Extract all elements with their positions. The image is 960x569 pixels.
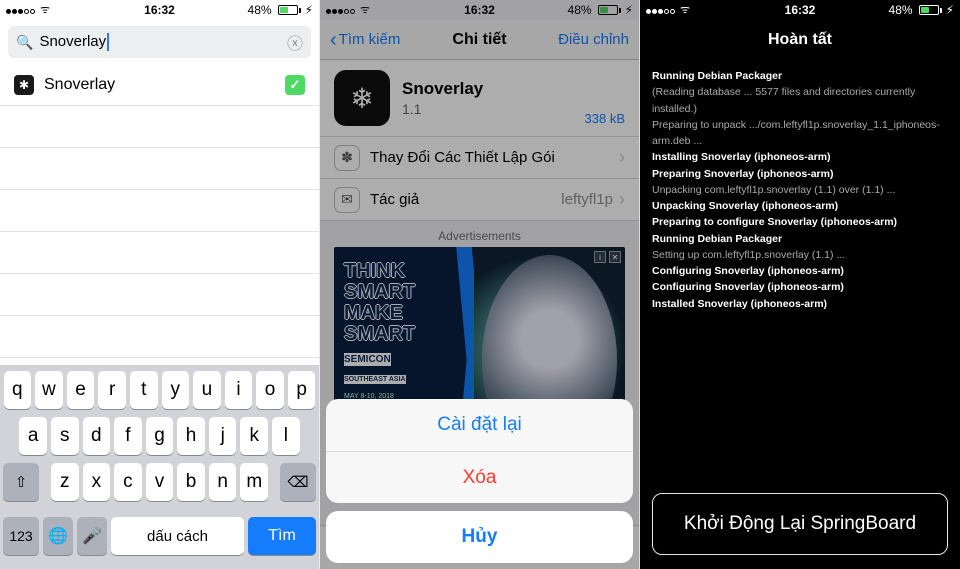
- search-text: Snoverlay: [39, 33, 281, 51]
- mic-key[interactable]: 🎤: [77, 517, 107, 555]
- log-line: Configuring Snoverlay (iphoneos-arm): [652, 263, 948, 279]
- keyboard-search-key[interactable]: Tìm: [248, 517, 316, 555]
- log-line: Unpacking Snoverlay (iphoneos-arm): [652, 198, 948, 214]
- key-r[interactable]: r: [98, 371, 126, 409]
- key-c[interactable]: c: [114, 463, 142, 501]
- remove-button[interactable]: Xóa: [326, 451, 633, 503]
- key-a[interactable]: a: [19, 417, 47, 455]
- package-icon: ✱: [14, 75, 34, 95]
- log-line: Setting up com.leftyfl1p.snoverlay (1.1)…: [652, 247, 948, 263]
- kb-row-3-letters: zxcvbnm: [43, 463, 276, 501]
- status-bar: ᯤ 16:32 48% ⚡︎: [0, 0, 319, 20]
- key-j[interactable]: j: [209, 417, 237, 455]
- key-k[interactable]: k: [240, 417, 268, 455]
- kb-row-1: qwertyuiop: [3, 371, 316, 409]
- log-line: Installing Snoverlay (iphoneos-arm): [652, 149, 948, 165]
- key-t[interactable]: t: [130, 371, 158, 409]
- log-line: Installed Snoverlay (iphoneos-arm): [652, 296, 948, 312]
- battery-icon: [276, 5, 301, 15]
- battery-icon: [917, 5, 942, 15]
- empty-rows: [0, 106, 319, 404]
- key-q[interactable]: q: [4, 371, 32, 409]
- key-n[interactable]: n: [209, 463, 237, 501]
- key-z[interactable]: z: [51, 463, 79, 501]
- log-line: Unpacking com.leftyfl1p.snoverlay (1.1) …: [652, 182, 948, 198]
- page-title: Hoàn tất: [640, 20, 960, 60]
- respring-button[interactable]: Khởi Động Lại SpringBoard: [652, 493, 948, 555]
- log-line: Preparing to configure Snoverlay (iphone…: [652, 214, 948, 230]
- key-w[interactable]: w: [35, 371, 63, 409]
- signal-dots-icon: [646, 0, 676, 20]
- search-result-row[interactable]: ✱ Snoverlay ✓: [0, 64, 319, 106]
- kb-row-2: asdfghjkl: [3, 417, 316, 455]
- globe-key[interactable]: 🌐: [43, 517, 73, 555]
- log-line: Running Debian Packager: [652, 68, 948, 84]
- log-line: (Reading database ... 5577 files and dir…: [652, 84, 948, 117]
- key-s[interactable]: s: [51, 417, 79, 455]
- clear-icon[interactable]: ⓧ: [287, 30, 303, 54]
- log-line: Running Debian Packager: [652, 231, 948, 247]
- key-b[interactable]: b: [177, 463, 205, 501]
- key-f[interactable]: f: [114, 417, 142, 455]
- key-y[interactable]: y: [162, 371, 190, 409]
- key-v[interactable]: v: [146, 463, 174, 501]
- text-caret: [107, 33, 109, 51]
- wifi-icon: ᯤ: [680, 0, 690, 20]
- space-key[interactable]: dấu cách: [111, 517, 244, 555]
- cancel-button[interactable]: Hủy: [326, 511, 633, 563]
- reinstall-button[interactable]: Cài đặt lại: [326, 399, 633, 451]
- key-g[interactable]: g: [146, 417, 174, 455]
- shift-key[interactable]: ⇧: [3, 463, 39, 501]
- key-h[interactable]: h: [177, 417, 205, 455]
- key-m[interactable]: m: [240, 463, 268, 501]
- search-icon: 🔍: [16, 34, 33, 51]
- charging-icon: ⚡︎: [946, 0, 954, 20]
- kb-row-3: ⇧ zxcvbnm ⌫: [3, 463, 316, 509]
- charging-icon: ⚡︎: [305, 0, 313, 20]
- wifi-icon: ᯤ: [40, 0, 50, 20]
- key-l[interactable]: l: [272, 417, 300, 455]
- battery-pct: 48%: [248, 0, 272, 20]
- status-bar: ᯤ 16:32 48% ⚡︎: [640, 0, 960, 20]
- signal-dots-icon: [6, 0, 36, 20]
- battery-pct: 48%: [889, 0, 913, 20]
- search-input[interactable]: 🔍 Snoverlay ⓧ: [8, 26, 311, 58]
- action-sheet: Cài đặt lại Xóa Hủy: [326, 399, 633, 563]
- numbers-key[interactable]: 123: [3, 517, 39, 555]
- installed-check-icon: ✓: [285, 75, 305, 95]
- log-line: Preparing to unpack .../com.leftyfl1p.sn…: [652, 117, 948, 150]
- keyboard: qwertyuiop asdfghjkl ⇧ zxcvbnm ⌫ 123 🌐 🎤…: [0, 365, 319, 569]
- key-u[interactable]: u: [193, 371, 221, 409]
- key-o[interactable]: o: [256, 371, 284, 409]
- key-e[interactable]: e: [67, 371, 95, 409]
- result-title: Snoverlay: [44, 76, 285, 94]
- key-x[interactable]: x: [83, 463, 111, 501]
- install-log: Running Debian Packager(Reading database…: [640, 60, 960, 320]
- log-line: Preparing Snoverlay (iphoneos-arm): [652, 166, 948, 182]
- key-p[interactable]: p: [288, 371, 316, 409]
- key-d[interactable]: d: [83, 417, 111, 455]
- log-line: Configuring Snoverlay (iphoneos-arm): [652, 279, 948, 295]
- key-i[interactable]: i: [225, 371, 253, 409]
- backspace-key[interactable]: ⌫: [280, 463, 316, 501]
